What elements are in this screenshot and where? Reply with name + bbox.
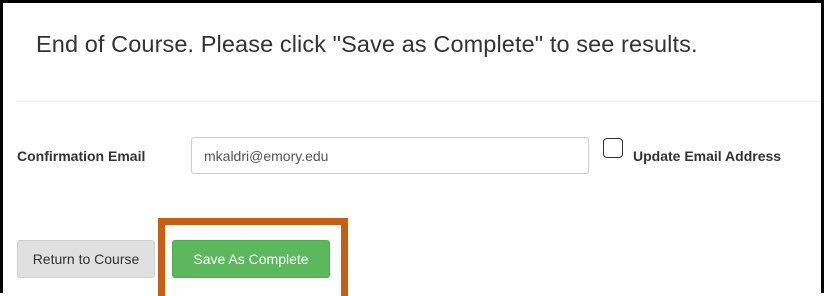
update-email-label[interactable]: Update Email Address — [633, 148, 781, 164]
course-completion-panel: End of Course. Please click "Save as Com… — [0, 0, 824, 296]
update-email-checkbox[interactable] — [603, 138, 623, 158]
page-title: End of Course. Please click "Save as Com… — [36, 31, 698, 57]
divider — [16, 101, 821, 102]
confirmation-email-input[interactable] — [191, 137, 589, 174]
return-to-course-button[interactable]: Return to Course — [17, 240, 155, 278]
confirmation-email-label: Confirmation Email — [17, 148, 146, 164]
save-as-complete-button[interactable]: Save As Complete — [172, 240, 330, 278]
